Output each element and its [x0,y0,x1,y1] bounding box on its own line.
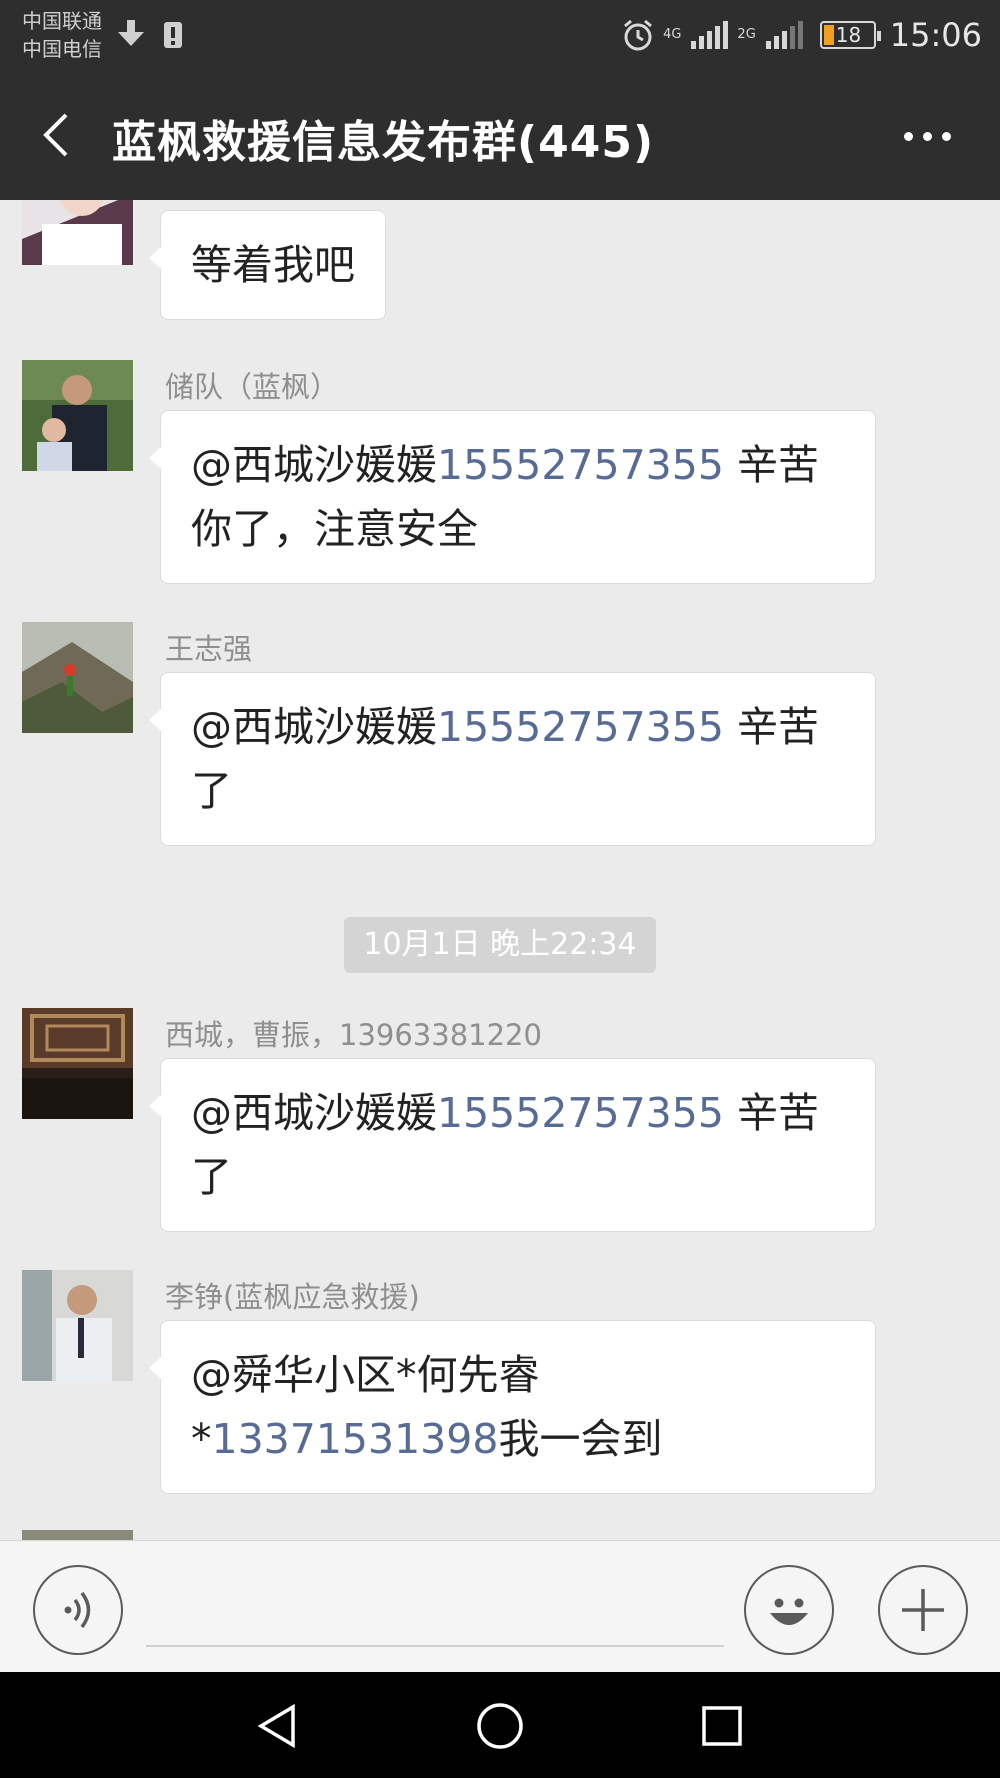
battery-percent: 18 [835,23,862,47]
status-bar: 中国联通 中国电信 4G 2G 18 15:06 [0,0,1000,70]
message-text: 我一会到 [498,1415,663,1463]
sender-name: 李铮(蓝枫应急救援) [165,1280,420,1314]
nav-home-button[interactable] [468,1694,532,1758]
square-recents-icon [702,1706,742,1746]
phone-link[interactable]: 15552757355 [437,703,724,751]
warning-icon [164,22,182,48]
circle-home-icon [477,1703,523,1749]
battery-level [823,25,834,45]
avatar[interactable] [22,1008,133,1119]
chevron-left-icon [43,113,68,157]
sender-name: 储队（蓝枫） [165,370,340,404]
avatar[interactable] [22,200,133,265]
voice-button[interactable] [33,1565,123,1655]
mention-text: @西城沙媛媛 [191,703,437,751]
title-bar: 蓝枫救援信息发布群(445) [0,70,1000,200]
signal-icon-2 [765,21,803,49]
avatar-image [22,1008,133,1119]
sender-name: 王志强 [165,632,253,666]
sender-name: 西城，曹振，13963381220 [165,1018,542,1052]
emoji-icon [770,1598,808,1625]
triangle-back-icon [257,1703,295,1749]
mention-text: @西城沙媛媛 [191,1089,437,1137]
avatar[interactable] [22,1270,133,1381]
phone-link[interactable]: 15552757355 [437,441,724,489]
battery-icon: 18 [819,21,881,49]
message-bubble[interactable]: @西城沙媛媛15552757355 辛苦你了，注意安全 [149,410,876,584]
message-bubble[interactable]: @西城沙媛媛15552757355 辛苦了 [149,1058,876,1232]
mention-text: @西城沙媛媛 [191,441,437,489]
carrier-2: 中国电信 [22,37,102,61]
nav-recents-button[interactable] [690,1694,754,1758]
carrier-1: 中国联通 [22,9,102,33]
more-dots-icon [903,131,913,141]
avatar-image [22,1270,133,1381]
avatar[interactable] [22,360,133,471]
phone-link[interactable]: 15552757355 [437,1089,724,1137]
timestamp: 10月1日 晚上22:34 [344,917,656,973]
navigation-bar [0,1672,1000,1778]
network-label-1: 4G [663,27,682,42]
plus-icon [902,1589,944,1631]
avatar[interactable] [22,1530,133,1540]
message-bubble[interactable]: @西城沙媛媛15552757355 辛苦了 [149,672,876,846]
avatar[interactable] [22,622,133,733]
avatar-image [22,360,133,471]
emoji-button[interactable] [744,1565,834,1655]
download-icon [118,20,144,46]
alarm-icon [624,19,653,51]
more-button[interactable] [892,108,962,164]
avatar-image [22,200,133,265]
message-input[interactable] [146,1581,724,1647]
back-button[interactable] [30,100,80,170]
input-bar [0,1540,1000,1672]
phone-link[interactable]: 13371531398 [212,1415,499,1463]
message-bubble[interactable]: 等着我吧 [149,210,386,320]
status-right: 4G 2G 18 15:06 [621,12,982,58]
message-bubble[interactable]: @舜华小区*何先睿*13371531398我一会到 [149,1320,876,1494]
signal-icon-1 [691,21,729,49]
chat-area[interactable]: 等着我吧 储队（蓝枫） @西城沙媛媛15552757355 辛苦你了，注意安全 [0,200,1000,1540]
carrier-info: 中国联通 中国电信 [22,7,102,63]
plus-button[interactable] [878,1565,968,1655]
avatar-image [22,622,133,733]
voice-icon [64,1591,91,1629]
message-text: 等着我吧 [191,241,355,289]
network-label-2: 2G [737,27,756,42]
clock: 15:06 [889,16,982,54]
page-title: 蓝枫救援信息发布群(445) [112,117,655,168]
nav-back-button[interactable] [246,1694,310,1758]
